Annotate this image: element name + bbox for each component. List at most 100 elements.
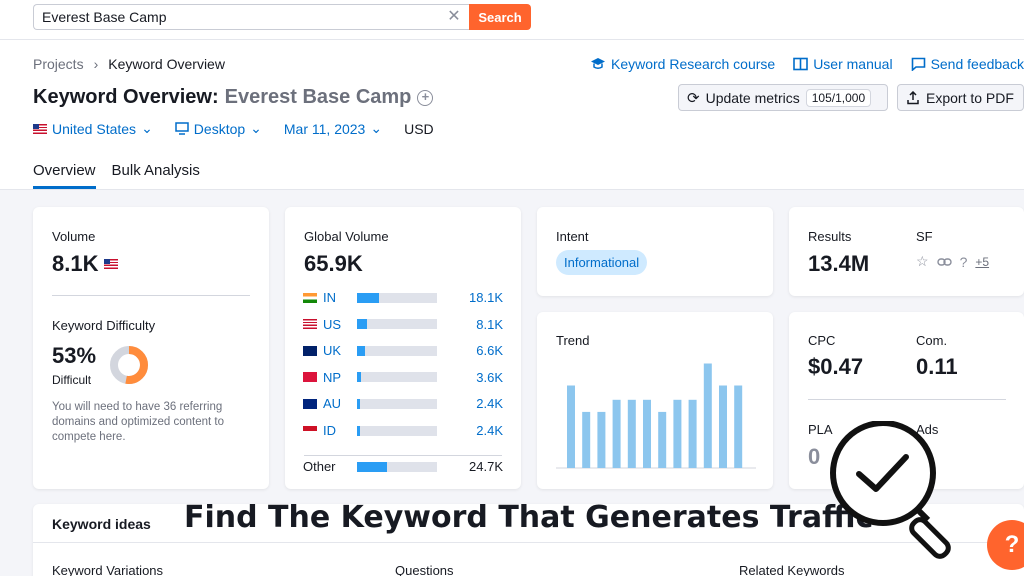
trend-bar: [643, 399, 651, 468]
trend-bar: [719, 385, 727, 468]
trend-bar: [612, 399, 621, 468]
kd-note: You will need to have 36 referring domai…: [52, 401, 224, 443]
volume-bar: [357, 292, 437, 303]
intent-label: Intent: [556, 229, 589, 244]
search-button[interactable]: Search: [469, 4, 531, 30]
device-label: Desktop: [193, 120, 246, 137]
country-row[interactable]: IN 18.1K: [303, 290, 503, 305]
country-row[interactable]: US 8.1K: [303, 317, 503, 332]
volume-bar-fill: [357, 372, 361, 383]
sf-more[interactable]: +5: [975, 255, 989, 269]
send-feedback-label: Send feedback: [930, 56, 1024, 72]
graduation-cap-icon: [591, 58, 605, 69]
country-row[interactable]: UK 6.6K: [303, 343, 503, 358]
global-volume-card: Global Volume 65.9K IN 18.1K US 8.1K UK 6.6K N…: [285, 207, 521, 489]
kd-donut: [110, 346, 148, 384]
global-volume-label: Global Volume: [304, 229, 389, 244]
breadcrumb-current: Keyword Overview: [108, 56, 225, 72]
country-row-other: Other 24.7K: [303, 459, 503, 474]
keyword-variations-label: Keyword Variations: [52, 563, 164, 576]
tab-bulk-analysis[interactable]: Bulk Analysis: [112, 162, 200, 189]
header-links: Keyword Research course User manual Send…: [590, 56, 1024, 72]
us-flag-icon: [104, 259, 119, 269]
volume-bar-fill: [357, 398, 361, 409]
country-volume: 3.6K: [476, 369, 503, 385]
tab-overview[interactable]: Overview: [33, 162, 96, 189]
com-label: Com.: [916, 333, 948, 348]
cpc-value: $0.47: [808, 354, 864, 379]
intent-card: Intent Informational: [537, 207, 773, 296]
country-volume: 2.4K: [476, 396, 503, 412]
trend-bar: [673, 399, 682, 468]
volume-value: 8.1K: [52, 251, 99, 276]
keyword-ideas-title: Keyword ideas: [52, 516, 151, 532]
magnifier-check-icon: [830, 421, 951, 559]
country-filter[interactable]: United States ⌄: [33, 120, 153, 137]
cpc-label: CPC: [808, 333, 836, 348]
refresh-icon: ⟳: [687, 89, 700, 107]
country-code: US: [323, 316, 342, 332]
user-manual-link[interactable]: User manual: [793, 56, 893, 72]
export-icon: [907, 90, 919, 104]
volume-bar: [357, 372, 437, 383]
trend-bar: [703, 363, 712, 468]
country-row[interactable]: NP 3.6K: [303, 370, 503, 385]
other-value: 24.7K: [469, 459, 503, 474]
star-icon: ☆: [916, 253, 929, 269]
volume-bar-fill: [357, 292, 379, 303]
currency-label: USD: [404, 120, 434, 137]
kd-level: Difficult: [52, 373, 92, 387]
book-icon: [793, 57, 808, 71]
export-pdf-button[interactable]: Export to PDF: [897, 84, 1024, 111]
results-value: 13.4M: [808, 251, 870, 276]
intent-badge: Informational: [556, 250, 648, 275]
page-header: Projects › Keyword Overview Keyword Rese…: [0, 40, 1024, 190]
search-input[interactable]: [33, 4, 469, 30]
breadcrumb: Projects › Keyword Overview: [33, 56, 225, 72]
country-volume: 18.1K: [469, 290, 503, 305]
country-code: NP: [323, 369, 342, 385]
chevron-down-icon: ⌄: [141, 120, 153, 136]
date-filter[interactable]: Mar 11, 2023 ⌄: [284, 120, 382, 137]
volume-bar: [357, 425, 437, 436]
volume-bar: [357, 345, 437, 356]
us-flag-icon: [303, 319, 317, 330]
chevron-down-icon: ⌄: [250, 120, 262, 136]
date-label: Mar 11, 2023: [283, 120, 366, 137]
desktop-icon: [175, 122, 189, 135]
device-filter[interactable]: Desktop ⌄: [175, 120, 262, 137]
us-flag-icon: [33, 123, 47, 134]
pla-value: 0: [808, 444, 821, 469]
send-feedback-link[interactable]: Send feedback: [911, 56, 1024, 72]
results-label: Results: [808, 229, 852, 244]
volume-bar: [357, 319, 437, 330]
title-prefix: Keyword Overview:: [33, 86, 219, 108]
country-volume: 8.1K: [476, 316, 503, 332]
clear-icon[interactable]: ✕: [444, 6, 464, 28]
add-icon[interactable]: +: [417, 89, 434, 106]
volume-bar: [357, 398, 437, 409]
metrics-count-badge: 105/1,000: [805, 88, 872, 107]
page-title: Keyword Overview: Everest Base Camp +: [33, 86, 434, 109]
country-code: IN: [323, 290, 336, 305]
update-metrics-button[interactable]: ⟳ Update metrics 105/1,000: [678, 84, 888, 111]
country-volume: 2.4K: [476, 423, 503, 438]
country-row[interactable]: AU 2.4K: [303, 396, 503, 411]
country-row[interactable]: ID 2.4K: [303, 423, 503, 438]
trend-bar: [582, 411, 591, 468]
breadcrumb-projects[interactable]: Projects: [33, 56, 84, 72]
country-volume: 6.6K: [476, 343, 503, 359]
update-metrics-label: Update metrics: [705, 89, 800, 106]
divider: [52, 295, 250, 296]
feedback-icon: [911, 57, 925, 71]
keyword-course-label: Keyword Research course: [611, 56, 776, 72]
export-pdf-label: Export to PDF: [926, 89, 1014, 106]
trend-label: Trend: [556, 333, 590, 348]
country-code: UK: [323, 343, 342, 359]
volume-bar-fill: [357, 345, 365, 356]
kd-label: Keyword Difficulty: [52, 318, 156, 333]
trend-bar: [597, 411, 606, 468]
keyword-course-link[interactable]: Keyword Research course: [590, 56, 775, 72]
trend-chart: [556, 363, 756, 469]
user-manual-label: User manual: [813, 56, 893, 72]
